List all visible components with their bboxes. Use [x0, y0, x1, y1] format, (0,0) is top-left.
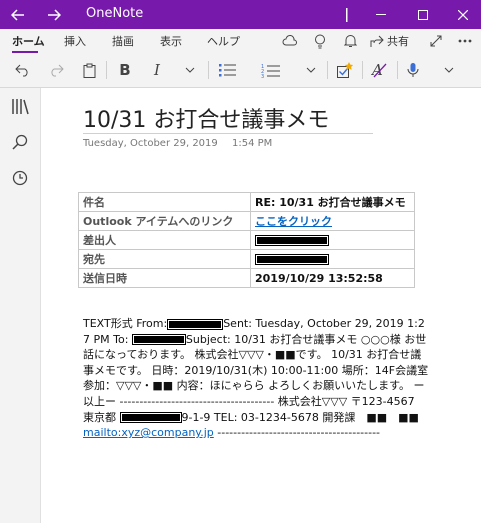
ribbon-tabs: ホーム 挿入 描画 表示 ヘルプ 共有 — [0, 29, 481, 53]
redaction-box — [255, 254, 329, 265]
tab-home[interactable]: ホーム — [12, 33, 45, 49]
expand-icon[interactable] — [426, 32, 446, 50]
chevron-down-icon[interactable] — [440, 58, 458, 82]
sender-cell — [250, 230, 415, 250]
outlook-item-link[interactable]: ここをクリック — [255, 215, 332, 228]
forward-arrow-icon[interactable] — [44, 0, 64, 29]
notebooks-icon[interactable] — [8, 94, 32, 118]
share-button[interactable]: 共有 — [370, 32, 416, 50]
table-row: 件名 RE: 10/31 お打合せ議事メモ — [78, 192, 415, 212]
separator — [106, 61, 107, 79]
body-text: 9-1-9 TEL: 03-1234-5678 開発課 ■■ ■■ — [181, 410, 419, 424]
redo-icon[interactable] — [45, 58, 67, 82]
tab-insert[interactable]: 挿入 — [64, 33, 86, 49]
share-label: 共有 — [387, 35, 409, 48]
left-navigation — [0, 88, 41, 523]
redaction-box — [167, 318, 224, 330]
undo-icon[interactable] — [12, 58, 34, 82]
microphone-icon[interactable] — [403, 58, 423, 82]
body-text: ----------------------------------------… — [213, 426, 381, 440]
table-value: RE: 10/31 お打合せ議事メモ — [250, 192, 415, 212]
separator — [362, 61, 363, 79]
bullets-icon[interactable] — [216, 58, 238, 82]
app-title: OneNote — [86, 6, 144, 21]
back-arrow-icon[interactable] — [8, 0, 28, 29]
table-row: 宛先 — [78, 249, 415, 269]
separator — [397, 61, 398, 79]
styles-icon[interactable]: A — [369, 58, 391, 82]
recipient-cell — [250, 249, 415, 269]
tab-help[interactable]: ヘルプ — [207, 33, 240, 49]
share-icon — [370, 35, 384, 47]
chevron-down-icon[interactable] — [302, 58, 320, 82]
tab-view[interactable]: 表示 — [160, 33, 182, 49]
sync-icon[interactable] — [280, 32, 300, 50]
chevron-down-icon[interactable] — [181, 58, 199, 82]
redaction-box — [255, 235, 329, 246]
separator — [208, 61, 209, 79]
table-row: Outlook アイテムへのリンク ここをクリック — [78, 211, 415, 231]
recent-notes-icon[interactable] — [8, 166, 32, 190]
separator — [327, 61, 328, 79]
todo-tag-icon[interactable] — [334, 58, 356, 82]
svg-text:3: 3 — [261, 74, 264, 78]
redaction-box — [131, 334, 186, 346]
table-key: 件名 — [78, 192, 251, 212]
toolbar: B I 123 A — [0, 53, 481, 88]
table-row: 送信日時 2019/10/29 13:52:58 — [78, 268, 415, 288]
minimize-button[interactable] — [366, 0, 396, 29]
search-icon[interactable] — [8, 130, 32, 154]
title-divider — [83, 133, 373, 134]
bell-icon[interactable] — [340, 32, 360, 50]
email-body[interactable]: TEXT形式 From: Sent: Tuesday, October 29, 2… — [83, 316, 431, 441]
close-button[interactable] — [448, 0, 478, 29]
page-title[interactable]: 10/31 お打合せ議事メモ — [83, 102, 329, 134]
body-text: TEXT形式 From: — [83, 317, 168, 330]
email-info-table: 件名 RE: 10/31 お打合せ議事メモ Outlook アイテムへのリンク … — [78, 192, 415, 288]
redaction-box — [119, 412, 182, 424]
italic-icon[interactable]: I — [146, 58, 168, 82]
maximize-button[interactable] — [408, 0, 438, 29]
table-key: 送信日時 — [78, 268, 251, 288]
email-link[interactable]: mailto:xyz@company.jp — [83, 426, 214, 439]
table-value: 2019/10/29 13:52:58 — [250, 268, 415, 288]
tab-draw[interactable]: 描画 — [112, 33, 134, 49]
numbering-icon[interactable]: 123 — [258, 58, 282, 82]
page-date: Tuesday, October 29, 2019 — [83, 138, 218, 149]
page-time: 1:54 PM — [232, 138, 273, 149]
table-key: 宛先 — [78, 249, 251, 269]
restore-pane-icon[interactable] — [340, 0, 354, 29]
lightbulb-icon[interactable] — [310, 32, 330, 50]
table-row: 差出人 — [78, 230, 415, 250]
table-key: Outlook アイテムへのリンク — [78, 211, 251, 231]
bold-icon[interactable]: B — [114, 58, 136, 82]
table-key: 差出人 — [78, 230, 251, 250]
more-options-icon[interactable] — [455, 32, 475, 50]
title-bar: OneNote — [0, 0, 481, 29]
clipboard-icon[interactable] — [78, 58, 100, 82]
outlook-link-cell: ここをクリック — [250, 211, 415, 231]
